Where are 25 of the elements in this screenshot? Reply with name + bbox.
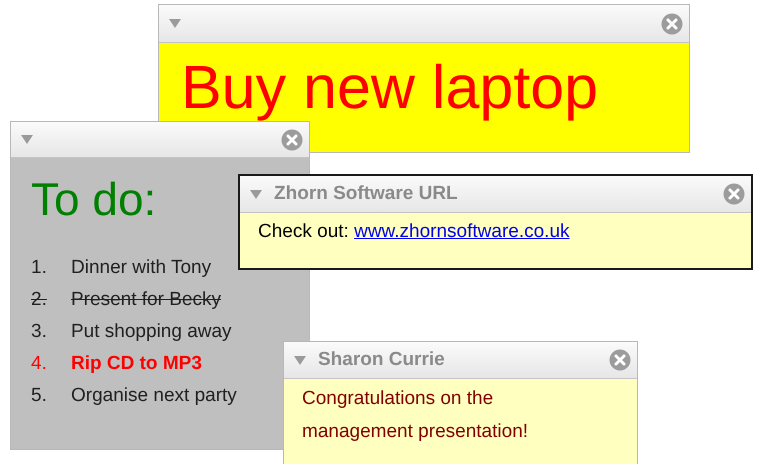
note-heading: To do: [31, 172, 156, 227]
item-text: Rip CD to MP3 [71, 352, 202, 376]
note-title: Sharon Currie [318, 349, 446, 371]
item-text: Dinner with Tony [71, 256, 212, 280]
item-number: 4. [31, 352, 48, 376]
item-text: Put shopping away [71, 320, 232, 344]
note-title: Zhorn Software URL [274, 183, 459, 205]
item-number: 1. [31, 256, 48, 280]
url-link[interactable]: www.zhornsoftware.co.uk [354, 221, 570, 242]
note-text: Buy new laptop [181, 52, 598, 123]
item-number: 5. [31, 384, 48, 408]
note-text: Congratulations on the management presentation! [302, 387, 530, 444]
item-number: 2. [31, 288, 48, 312]
close-icon[interactable] [723, 183, 745, 205]
dropdown-icon[interactable] [294, 356, 306, 364]
close-icon[interactable] [281, 128, 303, 150]
item-text: Present for Becky [71, 288, 221, 312]
dropdown-icon[interactable] [250, 190, 262, 198]
note-text: Check out: www.zhornsoftware.co.uk [258, 221, 570, 243]
item-text: Organise next party [71, 384, 237, 408]
item-number: 3. [31, 320, 48, 344]
close-icon[interactable] [661, 12, 683, 34]
dropdown-icon[interactable] [21, 135, 33, 144]
dropdown-icon[interactable] [169, 19, 181, 28]
close-icon[interactable] [609, 349, 631, 371]
